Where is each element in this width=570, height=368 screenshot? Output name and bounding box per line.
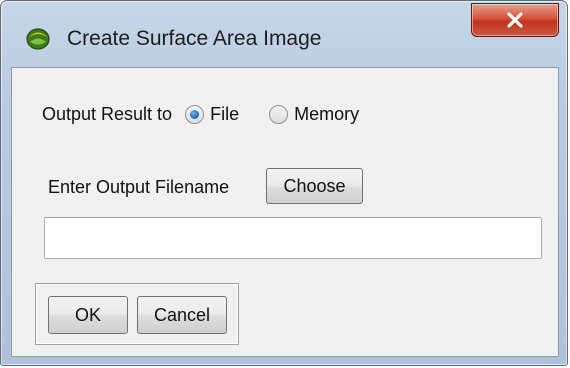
output-result-label: Output Result to (42, 103, 173, 124)
dialog-body: Output Result to File Memory Enter Outpu… (11, 67, 559, 357)
cancel-button[interactable]: Cancel (137, 296, 227, 334)
radio-memory-label[interactable]: Memory (294, 104, 359, 125)
output-result-row: Output Result to File Memory (42, 102, 359, 126)
radio-file-button[interactable] (185, 104, 205, 124)
filename-row: Enter Output Filename (48, 169, 229, 205)
close-icon (506, 12, 524, 28)
output-filename-input[interactable] (44, 217, 542, 259)
close-button[interactable] (471, 3, 559, 37)
filename-label: Enter Output Filename (48, 176, 230, 197)
action-buttons-group: OK Cancel (35, 283, 239, 345)
app-icon (25, 25, 51, 51)
radio-memory[interactable]: Memory (269, 104, 359, 125)
radio-file-label[interactable]: File (210, 104, 239, 125)
ok-button[interactable]: OK (48, 296, 128, 334)
title-bar[interactable]: Create Surface Area Image (1, 1, 567, 67)
radio-file[interactable]: File (185, 104, 239, 125)
window-title: Create Surface Area Image (67, 27, 322, 50)
choose-button[interactable]: Choose (266, 168, 363, 204)
dialog-window: Create Surface Area Image Output Result … (0, 0, 568, 366)
radio-memory-button[interactable] (269, 104, 289, 124)
